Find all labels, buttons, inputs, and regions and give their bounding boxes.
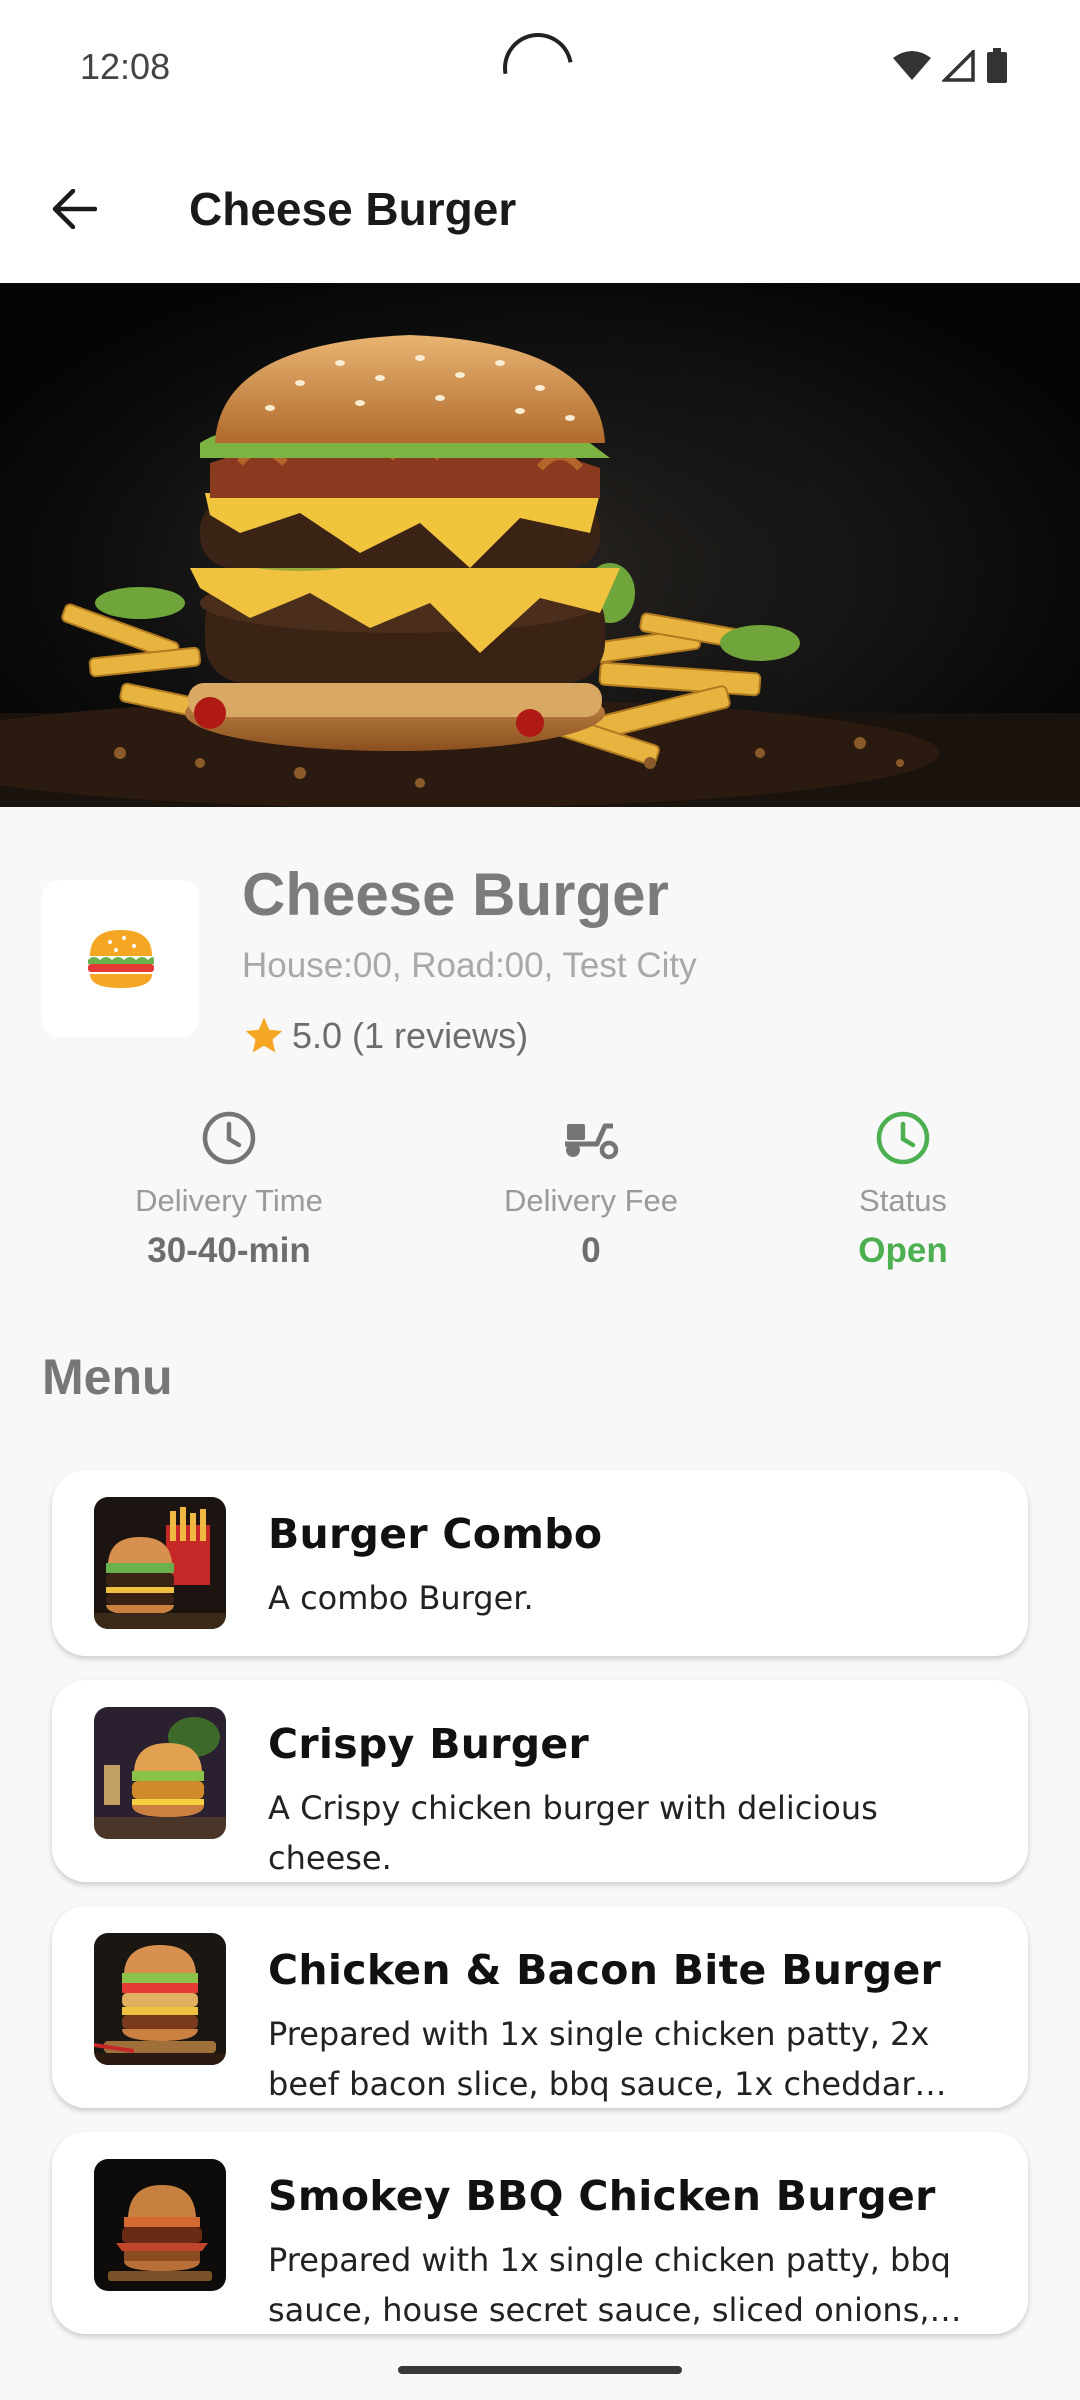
clock-icon xyxy=(202,1111,256,1165)
delivery-fee-label: Delivery Fee xyxy=(504,1183,678,1218)
rating-row[interactable]: 5.0 (1 reviews) xyxy=(242,1014,528,1058)
delivery-time-info: Delivery Time 30-40-min xyxy=(89,1105,369,1271)
menu-item-title: Burger Combo xyxy=(268,1510,603,1558)
home-indicator[interactable] xyxy=(398,2366,682,2374)
burger-photo xyxy=(0,303,1080,807)
menu-item-description: Prepared with 1x single chicken patty, 2… xyxy=(268,2015,930,2103)
menu-item-description: A Crispy chicken burger with delicious c… xyxy=(268,1789,878,1877)
restaurant-logo xyxy=(42,880,199,1037)
restaurant-address: House:00, Road:00, Test City xyxy=(242,946,697,985)
page-title: Cheese Burger xyxy=(189,183,517,235)
hero-image xyxy=(0,283,1080,807)
clock-icon xyxy=(876,1111,930,1165)
status-time: 12:08 xyxy=(80,46,171,87)
menu-item-description: Prepared with 1x single chicken patty, b… xyxy=(268,2241,951,2329)
menu-item-card[interactable]: Crispy Burger A Crispy chicken burger wi… xyxy=(52,1680,1028,1882)
burger-icon xyxy=(87,929,154,988)
star-icon xyxy=(245,1017,283,1053)
rating-text: 5.0 (1 reviews) xyxy=(292,1015,529,1056)
menu-item-image xyxy=(94,1707,226,1839)
arrow-left-icon xyxy=(52,189,97,229)
status-info: Status Open xyxy=(763,1105,1043,1271)
status-icons xyxy=(892,48,1008,84)
loading-spinner-icon xyxy=(489,19,587,117)
menu-item-card[interactable]: Chicken & Bacon Bite Burger Prepared wit… xyxy=(52,1906,1028,2108)
status-label: Status xyxy=(859,1183,947,1218)
menu-item-card[interactable]: Burger Combo A combo Burger. xyxy=(52,1470,1028,1656)
menu-item-title: Smokey BBQ Chicken Burger xyxy=(268,2172,936,2220)
menu-item-description: A combo Burger. xyxy=(268,1579,534,1617)
menu-item-image xyxy=(94,2159,226,2291)
delivery-fee-info: Delivery Fee 0 xyxy=(451,1105,731,1271)
app-bar: Cheese Burger xyxy=(0,135,1080,283)
scooter-icon xyxy=(565,1123,619,1160)
menu-item-image xyxy=(94,1497,226,1629)
menu-item-title: Chicken & Bacon Bite Burger xyxy=(268,1946,942,1994)
wifi-icon xyxy=(893,51,931,80)
signal-icon xyxy=(942,50,975,82)
delivery-fee-value: 0 xyxy=(581,1231,601,1270)
delivery-time-label: Delivery Time xyxy=(135,1183,323,1218)
status-value: Open xyxy=(858,1231,948,1270)
menu-heading: Menu xyxy=(42,1349,173,1405)
status-bar: 12:08 xyxy=(0,0,1080,135)
menu-item-image xyxy=(94,1933,226,2065)
back-button[interactable] xyxy=(36,171,112,247)
restaurant-name: Cheese Burger xyxy=(242,861,669,928)
menu-item-title: Crispy Burger xyxy=(268,1720,590,1768)
battery-icon xyxy=(987,48,1007,83)
delivery-time-value: 30-40-min xyxy=(147,1231,311,1270)
menu-item-card[interactable]: Smokey BBQ Chicken Burger Prepared with … xyxy=(52,2132,1028,2334)
